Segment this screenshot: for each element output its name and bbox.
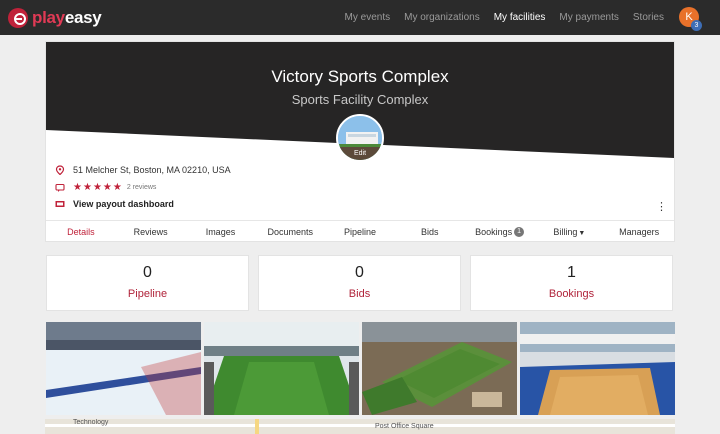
edit-image-button[interactable]: Edit [338,147,382,160]
nav-my-facilities[interactable]: My facilities [494,12,546,23]
bids-label: Bids [348,288,371,300]
facility-image[interactable]: Edit [336,114,384,162]
reviews-count[interactable]: 2 reviews [127,184,157,191]
nav-my-organizations[interactable]: My organizations [404,12,480,23]
aerial-fields-photo[interactable] [362,322,517,415]
view-payout-dashboard-link[interactable]: View payout dashboard [73,199,174,209]
facility-type: Sports Facility Complex [291,92,429,107]
rating-row: ★ ★ ★ ★ ★ 2 reviews [55,182,156,193]
bookings-count-badge: 1 [514,227,525,237]
basketball-court-photo[interactable] [520,322,675,415]
main-nav: My events My organizations My facilities… [331,0,664,35]
bids-stat-card[interactable]: 0 Bids [258,255,461,311]
payout-ticket-icon [55,199,65,209]
star-icon: ★ [102,182,112,193]
facility-card: Victory Sports Complex Sports Facility C… [45,41,675,242]
tab-bookings-label: Bookings [475,227,513,237]
caret-down-icon: ▼ [578,230,586,237]
ice-rink-photo[interactable] [46,322,201,415]
star-icon: ★ [112,182,122,193]
map-label-technology: Technology [73,419,109,426]
review-comment-icon [55,183,65,193]
pipeline-label: Pipeline [127,288,168,300]
playeasy-logo[interactable]: playeasy [8,8,102,28]
indoor-soccer-field-photo[interactable] [204,322,359,415]
nav-my-payments[interactable]: My payments [559,12,618,23]
more-options-icon[interactable]: ⋮ [656,200,667,213]
notification-badge: 3 [691,20,702,31]
pipeline-stat-card[interactable]: 0 Pipeline [46,255,249,311]
bids-count: 0 [355,264,364,281]
facility-tabs: Details Reviews Images Documents Pipelin… [46,220,674,242]
bookings-stat-card[interactable]: 1 Bookings [470,255,673,311]
nav-my-events[interactable]: My events [345,12,391,23]
tab-details[interactable]: Details [46,221,116,242]
star-icon: ★ [82,182,92,193]
tab-billing[interactable]: Billing▼ [534,221,604,242]
tab-images[interactable]: Images [186,221,256,242]
top-navbar: playeasy My events My organizations My f… [0,0,720,35]
logo-icon [8,8,28,28]
facility-header: Victory Sports Complex Sports Facility C… [46,42,674,162]
tab-documents[interactable]: Documents [255,221,325,242]
tab-billing-label: Billing [553,227,578,237]
nav-stories[interactable]: Stories [633,12,664,23]
tab-bookings[interactable]: Bookings 1 [465,221,535,242]
facility-address: 51 Melcher St, Boston, MA 02210, USA [73,165,231,175]
star-icon: ★ [92,182,102,193]
pipeline-count: 0 [143,264,152,281]
tab-managers[interactable]: Managers [604,221,674,242]
bookings-label: Bookings [548,288,595,300]
payout-row: View payout dashboard [55,199,174,209]
facility-name: Victory Sports Complex [271,67,449,86]
facility-map[interactable]: Technology Post Office Square [45,419,675,434]
address-row: 51 Melcher St, Boston, MA 02210, USA [55,165,231,176]
bookings-count: 1 [567,264,576,281]
location-pin-icon [55,165,65,176]
tab-pipeline[interactable]: Pipeline [325,221,395,242]
tab-bids[interactable]: Bids [395,221,465,242]
star-icon: ★ [73,182,82,193]
tab-reviews[interactable]: Reviews [116,221,186,242]
map-label-post-office-square: Post Office Square [375,423,434,430]
